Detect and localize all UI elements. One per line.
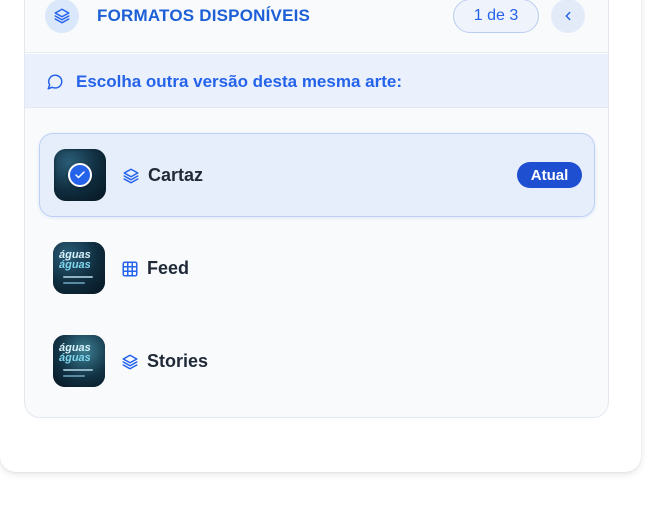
message-circle-icon (47, 74, 63, 90)
format-label: Stories (147, 351, 209, 371)
format-thumbnail (54, 149, 106, 201)
format-item-stories[interactable]: águas águas Stories (39, 320, 595, 404)
format-label: Cartaz (148, 165, 204, 185)
formats-card: FORMATOS DISPONÍVEIS 1 de 3 Escolha outr… (0, 0, 641, 472)
format-thumbnail: águas águas (53, 242, 105, 294)
current-badge: Atual (517, 162, 582, 188)
format-label: Feed (147, 258, 190, 278)
layers-icon (123, 168, 139, 184)
layers-icon (122, 354, 138, 370)
formats-panel: FORMATOS DISPONÍVEIS 1 de 3 Escolha outr… (24, 0, 609, 418)
format-thumbnail: águas águas (53, 335, 105, 387)
format-item-feed[interactable]: águas águas Feed (39, 227, 595, 311)
layers-icon (45, 0, 79, 33)
formats-header: FORMATOS DISPONÍVEIS 1 de 3 (25, 0, 608, 53)
hint-bar: Escolha outra versão desta mesma arte: (25, 54, 608, 108)
format-item-cartaz[interactable]: Cartaz Atual (39, 133, 595, 217)
chevron-left-icon (565, 11, 571, 21)
hint-text: Escolha outra versão desta mesma arte: (76, 72, 402, 91)
grid-icon (122, 261, 138, 277)
check-icon (68, 163, 92, 187)
previous-button[interactable] (551, 0, 585, 33)
page-counter: 1 de 3 (453, 0, 539, 33)
formats-title: FORMATOS DISPONÍVEIS (97, 6, 311, 25)
